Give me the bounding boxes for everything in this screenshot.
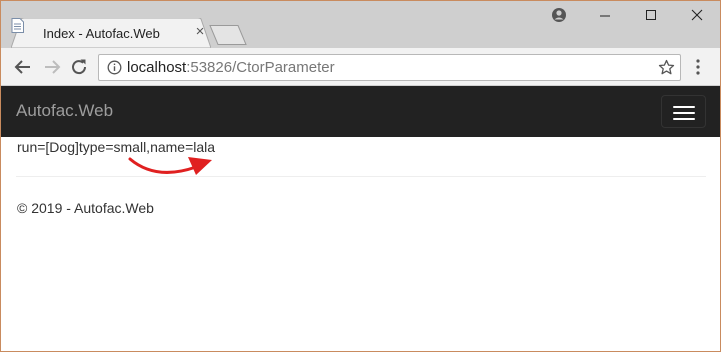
tab-strip: Index - Autofac.Web × xyxy=(1,1,720,48)
tab-close-icon[interactable]: × xyxy=(192,24,208,40)
url-text[interactable]: localhost:53826/CtorParameter xyxy=(127,59,335,76)
vertical-dots-icon[interactable] xyxy=(695,58,701,76)
site-navbar: Autofac.Web xyxy=(1,86,720,137)
address-bar[interactable]: localhost:53826/CtorParameter xyxy=(98,54,681,81)
minimize-button[interactable] xyxy=(583,3,629,29)
info-icon[interactable] xyxy=(107,60,122,75)
page-icon xyxy=(11,18,24,33)
maximize-button[interactable] xyxy=(629,3,675,29)
maximize-icon xyxy=(646,10,656,20)
hamburger-icon-bar xyxy=(673,118,695,120)
browser-toolbar: localhost:53826/CtorParameter xyxy=(1,48,720,86)
navbar-brand[interactable]: Autofac.Web xyxy=(16,101,113,121)
back-arrow-icon[interactable] xyxy=(12,56,34,78)
content-divider xyxy=(16,176,706,177)
star-icon[interactable] xyxy=(658,59,675,76)
forward-arrow-icon[interactable] xyxy=(41,56,63,78)
close-window-button[interactable] xyxy=(675,3,720,29)
hamburger-icon-bar xyxy=(673,106,695,108)
navbar-toggle-button[interactable] xyxy=(661,95,706,128)
minimize-icon xyxy=(600,15,610,17)
tab-active[interactable]: Index - Autofac.Web × xyxy=(11,18,211,48)
url-path: :53826/CtorParameter xyxy=(186,59,335,76)
browser-window: Index - Autofac.Web × localhost:53826/Ct… xyxy=(0,0,721,352)
url-host: localhost xyxy=(127,59,187,76)
close-icon xyxy=(691,9,703,21)
new-tab-button[interactable] xyxy=(208,25,248,45)
hamburger-icon-bar xyxy=(673,112,695,114)
profile-icon[interactable] xyxy=(551,7,567,23)
footer-copyright: © 2019 - Autofac.Web xyxy=(17,200,154,216)
tab-title: Index - Autofac.Web xyxy=(43,26,160,41)
reload-icon[interactable] xyxy=(68,56,90,78)
